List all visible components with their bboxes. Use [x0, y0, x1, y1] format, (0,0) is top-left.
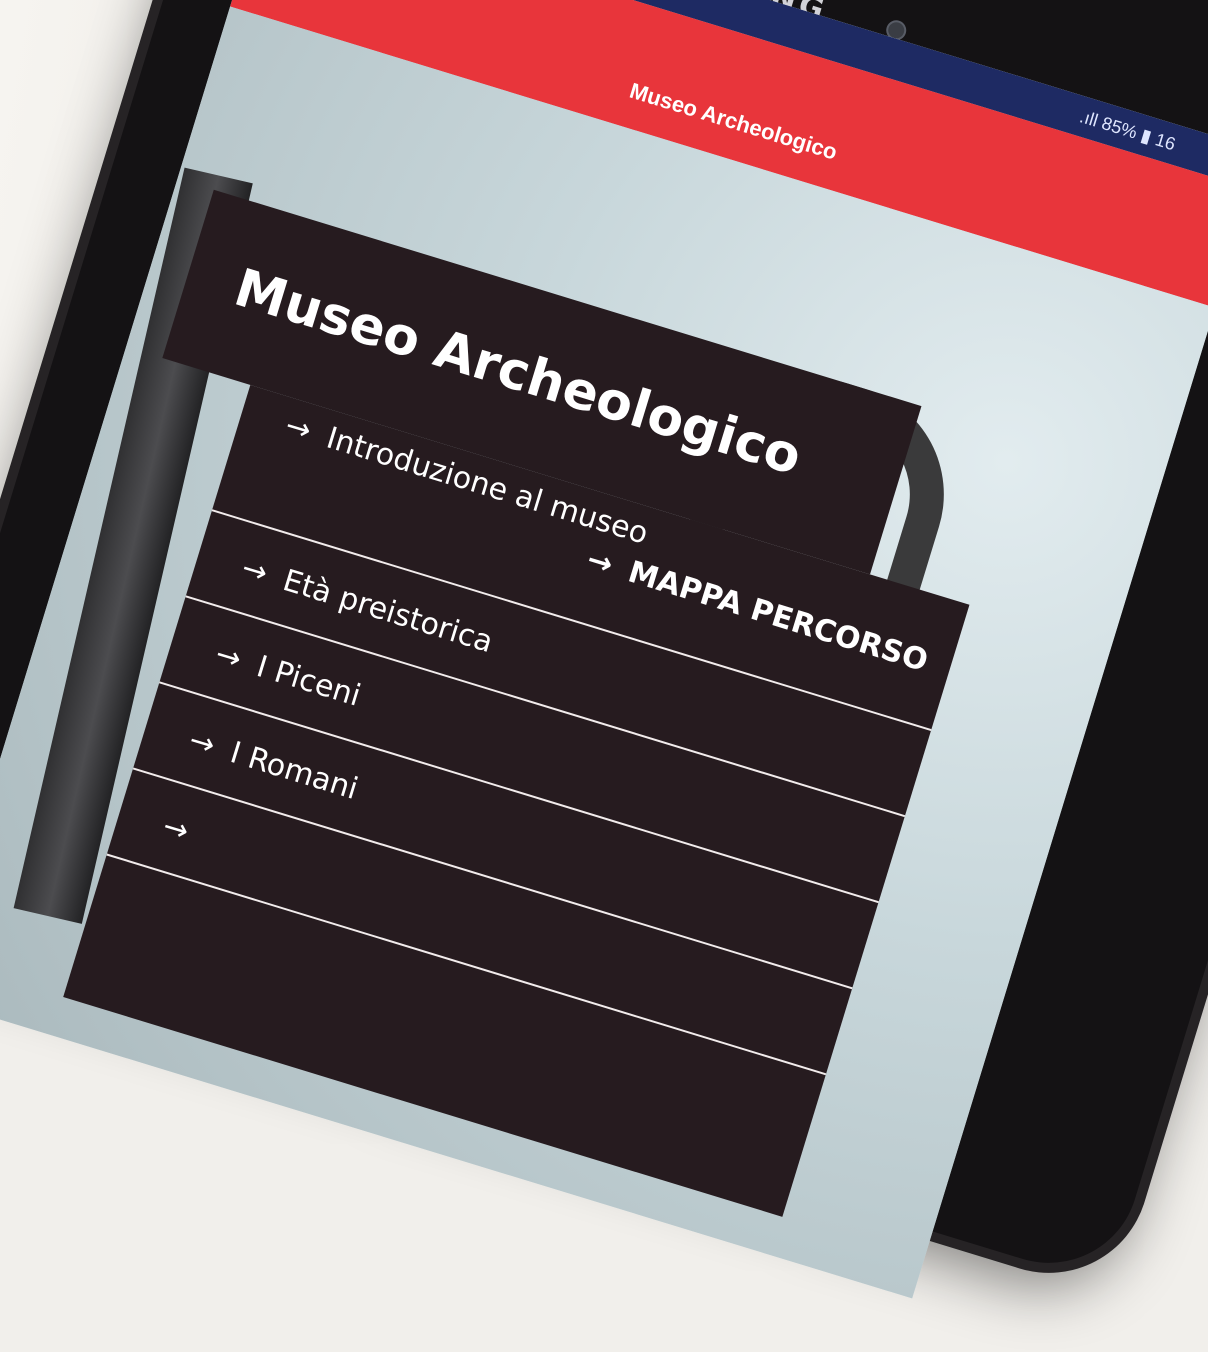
battery-icon: ▮ [1138, 124, 1154, 148]
battery-percent: 85% [1099, 112, 1140, 143]
clock: 16 [1152, 129, 1178, 155]
menu-item-label: I Piceni [252, 648, 365, 714]
arrow-right-icon: → [211, 636, 246, 677]
arrow-right-icon: → [281, 407, 316, 449]
signal-icon: .ıll [1077, 106, 1101, 131]
phone-screen: .ıll 85% ▮ 16 ← Museo Archeologico Museo… [0, 0, 1208, 1299]
arrow-right-icon: → [237, 549, 273, 591]
arrow-right-icon: → [185, 722, 220, 763]
menu-item-label: I Romani [226, 734, 363, 807]
phone-device: SAMSUNG .ıll 85% ▮ 16 ← Museo Archeologi… [0, 0, 1208, 1299]
arrow-right-icon: → [158, 808, 194, 849]
